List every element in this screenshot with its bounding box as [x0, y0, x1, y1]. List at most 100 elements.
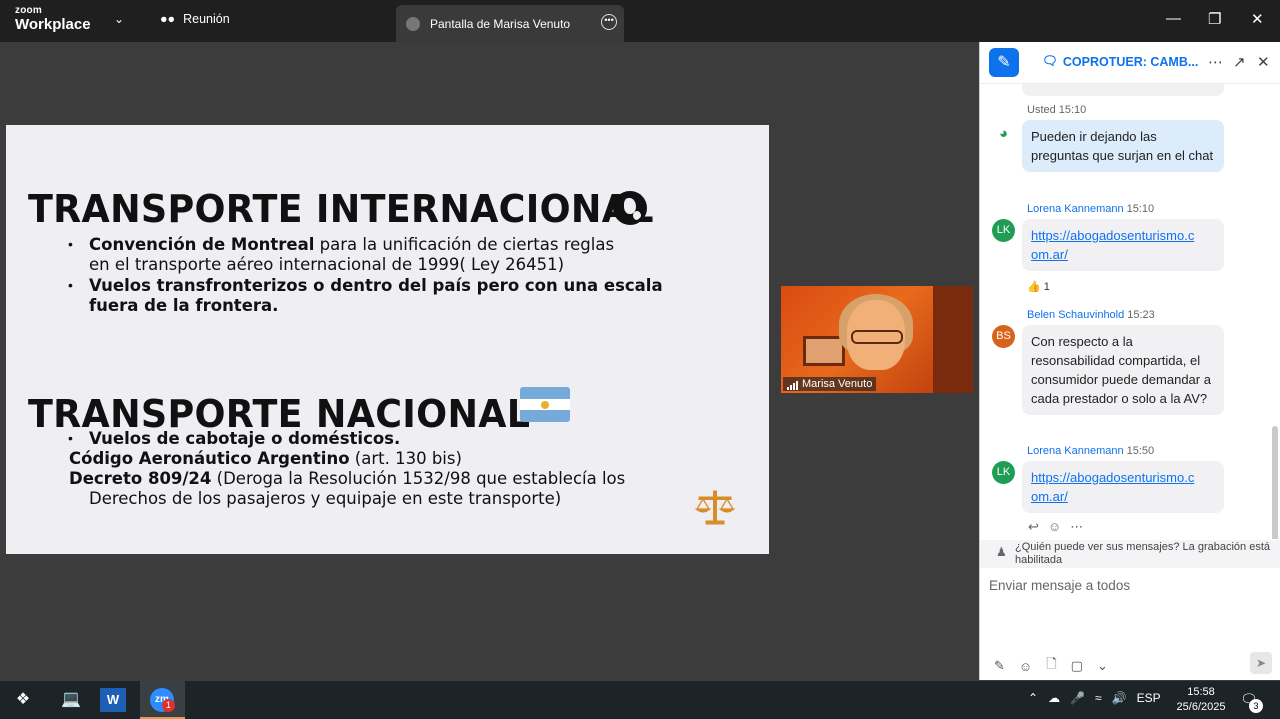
bullet-icon: • — [68, 236, 73, 252]
laptop-app-icon[interactable]: 💻 — [56, 686, 86, 714]
chat-toolbar: ✎ ☺ 🗋 ▢ ⌄ — [994, 655, 1108, 677]
bullet-icon: • — [68, 277, 73, 293]
slide-bold-text: Decreto 809/24 — [69, 469, 212, 488]
presenter-avatar — [406, 16, 420, 31]
reply-icon[interactable]: ↩ — [1028, 519, 1039, 535]
participant-name-label: Marisa Venuto — [783, 377, 877, 391]
screenshot-icon[interactable]: ▢ — [1071, 658, 1083, 674]
app-logo[interactable]: zoom Workplace — [15, 6, 91, 33]
notifications-button[interactable]: 🗨 3 — [1240, 691, 1263, 713]
message-meta: Usted 15:10 — [1027, 104, 1086, 116]
message-time: 15:50 — [1126, 445, 1155, 457]
participant-name: Marisa Venuto — [802, 378, 873, 390]
more-options-icon[interactable]: ••• — [601, 14, 617, 30]
slide-text-line: Vuelos de cabotaje o domésticos. — [89, 429, 401, 448]
chat-header: ✎ 🗨 COPROTUER: CAMB... ⋯ ↗ ✕ — [980, 42, 1280, 84]
background-frame — [803, 336, 845, 366]
message-meta: Lorena Kannemann 15:10 — [1027, 203, 1154, 215]
signal-strength-icon — [787, 381, 798, 390]
compose-button[interactable]: ✎ — [989, 48, 1019, 77]
slide-text-line: Convención de Montreal para la unificaci… — [89, 235, 614, 255]
more-icon[interactable]: ⋯ — [1208, 53, 1223, 71]
people-icon: ●● — [160, 12, 176, 26]
slide-text-line: Código Aeronáutico Argentino (art. 130 b… — [69, 449, 462, 469]
participant-video-tile[interactable]: Marisa Venuto — [781, 286, 973, 393]
message-bubble: Con respecto a la resonsabilidad compart… — [1022, 325, 1224, 415]
close-chat-icon[interactable]: ✕ — [1257, 53, 1270, 71]
chevron-down-icon[interactable]: ⌄ — [114, 12, 124, 26]
avatar: LK — [992, 461, 1015, 484]
message-time: 15:10 — [1058, 104, 1087, 116]
reaction[interactable]: 👍 1 — [1027, 280, 1050, 293]
sender-name: Belen Schauvinhold — [1027, 309, 1125, 321]
argentina-flag-icon — [520, 387, 570, 422]
title-bar: zoom Workplace ⌄ ●● Reunión Pantalla de … — [0, 0, 1280, 42]
self-avatar-icon: ◕ — [992, 122, 1015, 145]
zoom-taskbar-button[interactable]: zm 1 — [140, 681, 185, 719]
microphone-icon[interactable]: 🎤 — [1070, 691, 1085, 705]
add-reaction-icon[interactable]: ☺ — [1048, 519, 1061, 535]
more-actions-icon[interactable]: ⋯ — [1070, 519, 1083, 535]
message-link[interactable]: https://abogadosenturismo.c om.ar/ — [1031, 228, 1194, 262]
file-icon[interactable]: 🗋 — [1046, 655, 1056, 677]
previous-message-bubble — [1022, 84, 1224, 96]
language-indicator[interactable]: ESP — [1137, 691, 1161, 705]
tab-meeting[interactable]: ●● Reunión — [160, 12, 230, 26]
message-time: 15:23 — [1127, 309, 1155, 321]
slide-text-line: fuera de la frontera. — [89, 296, 279, 315]
sender-name: Usted — [1027, 104, 1056, 116]
sender-name: Lorena Kannemann — [1027, 203, 1124, 215]
restore-icon[interactable]: ❐ — [1208, 10, 1221, 28]
scales-of-justice-icon — [694, 490, 736, 525]
message-meta: Belen Schauvinhold 15:23 — [1027, 309, 1155, 321]
cloud-icon[interactable]: ☁ — [1048, 691, 1060, 705]
zoom-badge: 1 — [162, 699, 175, 712]
emoji-icon[interactable]: ☺ — [1019, 659, 1032, 674]
message-time: 15:10 — [1126, 203, 1155, 215]
tab-screen-share[interactable]: Pantalla de Marisa Venuto ••• — [396, 5, 624, 42]
message-bubble: https://abogadosenturismo.c om.ar/ — [1022, 461, 1224, 513]
chat-scrollbar[interactable] — [1272, 426, 1278, 539]
send-button[interactable]: ➤ — [1250, 652, 1272, 674]
network-icon[interactable]: ≈ — [1095, 691, 1102, 705]
chat-bubble-icon: 🗨 — [1042, 54, 1058, 68]
windows-start-icon[interactable]: ❖ — [8, 686, 38, 714]
slide-text: (Deroga la Resolución 1532/98 que establ… — [211, 469, 626, 488]
shared-slide: TRANSPORTE INTERNACIONAL • Convención de… — [6, 125, 769, 554]
slide-text: para la unificación de ciertas reglas — [314, 235, 615, 254]
tab-meeting-label: Reunión — [183, 12, 230, 26]
volume-icon[interactable]: 🔊 — [1112, 691, 1127, 705]
slide-bold-text: Convención de Montreal — [89, 235, 315, 254]
message-bubble: https://abogadosenturismo.c om.ar/ — [1022, 219, 1224, 271]
message-bubble: Pueden ir dejando las preguntas que surj… — [1022, 120, 1224, 172]
participant-glasses — [851, 330, 903, 344]
bullet-icon: • — [68, 430, 73, 446]
message-meta: Lorena Kannemann 15:50 — [1027, 445, 1154, 457]
privacy-notice[interactable]: ♟ ¿Quién puede ver sus mensajes? La grab… — [980, 540, 1280, 568]
chevron-down-icon[interactable]: ⌄ — [1097, 658, 1108, 674]
chevron-up-icon[interactable]: ⌃ — [1028, 691, 1038, 705]
person-lock-icon: ♟ — [996, 545, 1007, 559]
message-actions: ↩ ☺ ⋯ — [1028, 519, 1083, 535]
slide-text-line: en el transporte aéreo internacional de … — [89, 255, 565, 274]
clock[interactable]: 15:58 25/6/2025 — [1170, 685, 1232, 715]
privacy-notice-text: ¿Quién puede ver sus mensajes? La grabac… — [1015, 541, 1270, 566]
minimize-icon[interactable]: — — [1166, 10, 1181, 27]
chat-message-list[interactable]: Usted 15:10 ◕ Pueden ir dejando las pregu… — [980, 84, 1280, 539]
word-icon[interactable]: W — [100, 688, 126, 712]
brand-name-text: Workplace — [15, 16, 91, 33]
slide-text-line: Derechos de los pasajeros y equipaje en … — [89, 489, 562, 508]
chat-title[interactable]: 🗨 COPROTUER: CAMB... — [1042, 54, 1198, 69]
windows-taskbar: ❖ 💻 W zm 1 ⌃ ☁ 🎤 ≈ 🔊 ESP 15:58 25/6/2025… — [0, 681, 1280, 719]
chat-panel: ✎ 🗨 COPROTUER: CAMB... ⋯ ↗ ✕ Usted 15:10 … — [979, 42, 1280, 680]
chat-message-input[interactable]: Enviar mensaje a todos — [989, 578, 1130, 593]
pop-out-icon[interactable]: ↗ — [1233, 53, 1246, 71]
system-tray: ⌃ ☁ 🎤 ≈ 🔊 ESP — [1028, 691, 1161, 705]
thumbs-up-icon: 👍 — [1027, 281, 1041, 293]
slide-text: (art. 130 bis) — [349, 449, 462, 468]
close-icon[interactable]: ✕ — [1251, 10, 1264, 28]
message-link[interactable]: https://abogadosenturismo.c om.ar/ — [1031, 470, 1194, 504]
format-icon[interactable]: ✎ — [994, 658, 1005, 674]
clock-date: 25/6/2025 — [1176, 701, 1226, 713]
notification-count: 3 — [1249, 699, 1263, 713]
